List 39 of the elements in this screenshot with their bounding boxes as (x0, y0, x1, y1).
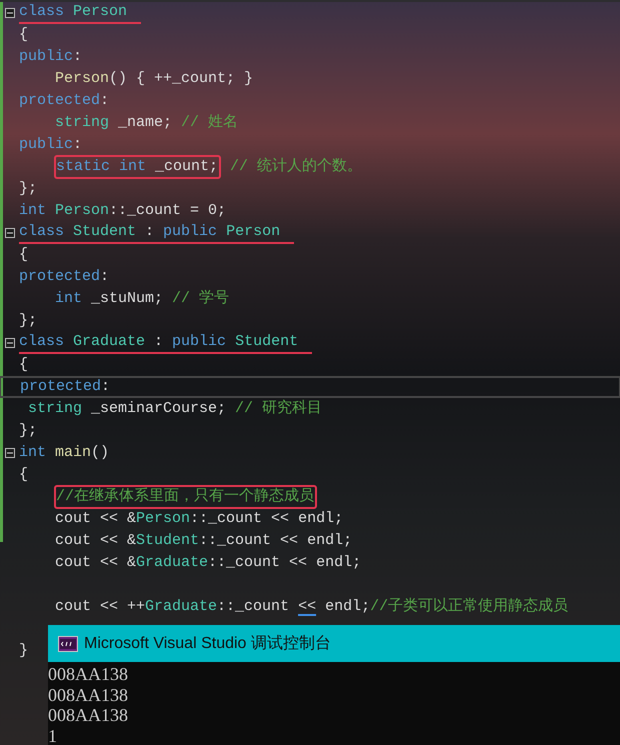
code-line: { (19, 25, 30, 45)
code-line: { (19, 245, 30, 265)
code-line: } (19, 641, 30, 661)
highlighted-code: //在继承体系里面，只有一个静态成员 (54, 485, 318, 509)
collapse-icon[interactable] (4, 8, 14, 18)
code-line: cout << ++Graduate::_count << endl;//子类可以正常使用静态成员 (54, 597, 570, 617)
code-line: cout << &Graduate::_count << endl; (54, 553, 362, 573)
code-line: { (19, 355, 30, 375)
code-text: // 统计人的个数。 (230, 157, 362, 177)
code-line: class Graduate : public Student (19, 332, 312, 354)
console-output-line: 008AA138 (48, 705, 129, 726)
code-line: cout << &Person::_count << endl; (54, 509, 344, 529)
code-line: cout << &Student::_count << endl; (54, 531, 354, 551)
console-output-line: 008AA138 (48, 664, 129, 684)
code-line: { (19, 465, 30, 485)
code-line: }; (19, 421, 38, 441)
code-line: protected: (19, 91, 110, 111)
code-line: protected: (20, 377, 112, 397)
code-line: public: (19, 135, 84, 155)
code-line: Person() { ++_count; } (54, 69, 254, 89)
code-line: int _stuNum; // 学号 (54, 289, 230, 309)
console-title: Microsoft Visual Studio 调试控制台 (84, 634, 331, 654)
code-line: string _name; // 姓名 (54, 113, 240, 133)
code-line: class Person (19, 2, 142, 24)
code-line: }; (19, 179, 38, 199)
code-line: string _seminarCourse; // 研究科目 (27, 399, 324, 419)
code-line: int main() (19, 443, 110, 463)
code-line: }; (19, 311, 38, 331)
collapse-icon[interactable] (4, 228, 14, 238)
console-output-line: 008AA138 (48, 684, 129, 705)
console-icon (58, 636, 78, 652)
code-line: int Person::_count = 0; (19, 201, 228, 221)
code-line: public: (19, 47, 84, 67)
code-line: protected: (19, 267, 110, 287)
highlighted-code: static int _count; (54, 155, 222, 179)
collapse-icon[interactable] (4, 448, 14, 458)
console-output-line: 1 (48, 726, 58, 745)
collapse-icon[interactable] (4, 338, 14, 348)
code-line: class Student : public Person (19, 222, 294, 244)
